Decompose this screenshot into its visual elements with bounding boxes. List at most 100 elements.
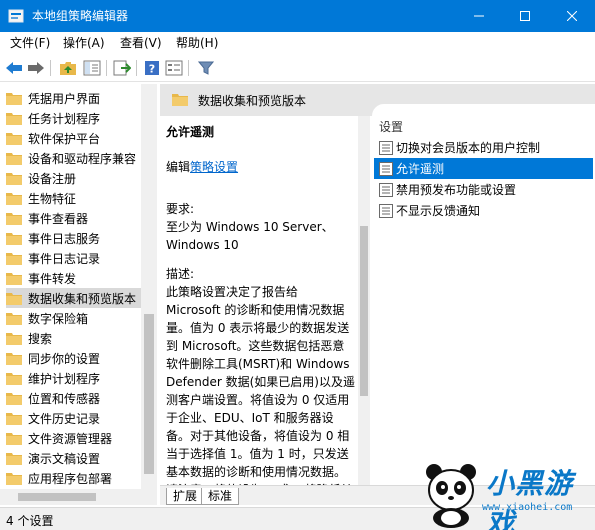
toolbar-separator [50, 60, 51, 76]
tree-item[interactable]: 位置和传感器 [6, 388, 146, 408]
requirements: 要求: 至少为 Windows 10 Server、Windows 10 [166, 200, 356, 254]
show-hide-tree-icon [83, 60, 101, 76]
tree-item-label: 事件查看器 [28, 211, 89, 226]
close-icon [567, 11, 577, 21]
title-bar: 本地组策略编辑器 [0, 0, 595, 32]
tab-standard[interactable]: 标准 [201, 488, 240, 505]
export-list-button[interactable] [112, 58, 132, 78]
scroll-thumb[interactable] [144, 314, 154, 474]
settings-list: 设置 切换对会员版本的用户控制允许遥测禁用预发布功能或设置 不显示反馈通知 [372, 104, 595, 485]
tree-item[interactable]: 事件日志服务 [6, 228, 146, 248]
tree-item[interactable]: 演示文稿设置 [6, 448, 146, 468]
back-button[interactable] [4, 58, 24, 78]
requirements-text: 至少为 Windows 10 Server、Windows 10 [166, 220, 334, 252]
edit-policy-link[interactable]: 策略设置 [190, 160, 238, 174]
tree-item[interactable]: 生物特征 [6, 188, 146, 208]
toolbar: ? [0, 54, 595, 82]
tab-extended[interactable]: 扩展 [166, 488, 205, 505]
folder-icon [6, 192, 22, 205]
tree-item[interactable]: 同步你的设置 [6, 348, 146, 368]
setting-label: 允许遥测 [396, 162, 445, 176]
setting-label: 禁用预发布功能或设置 [396, 183, 517, 197]
minimize-button[interactable] [456, 0, 502, 32]
watermark-url: www.xiaohei.com [482, 502, 573, 513]
folder-icon [6, 432, 22, 445]
policy-tree: 凭据用户界面任务计划程序 软件保护平台 设备和驱动程序兼容 设备注册生物特征事件查看器… [0, 84, 157, 505]
export-list-icon [113, 60, 131, 76]
folder-icon [6, 312, 22, 325]
tree-item-label: 生物特征 [28, 191, 77, 206]
tree-item[interactable]: 事件转发 [6, 268, 146, 288]
setting-row[interactable]: 不显示反馈通知 [374, 200, 593, 221]
tree-item[interactable]: 应用程序包部署 [6, 468, 146, 488]
forward-arrow-icon [28, 62, 44, 74]
setting-label: 不显示反馈通知 [396, 204, 481, 218]
toolbar-separator [106, 60, 107, 76]
help-icon: ? [145, 61, 159, 76]
policy-name: 允许遥测 [166, 125, 215, 139]
tree-horizontal-scrollbar[interactable] [0, 489, 157, 505]
tree-item[interactable]: 事件查看器 [6, 208, 146, 228]
policy-editor-icon [8, 9, 24, 23]
setting-row[interactable]: 禁用预发布功能或设置 [374, 179, 593, 200]
folder-icon [6, 212, 22, 225]
settings-column-header[interactable]: 设置 [379, 118, 403, 135]
tree-item[interactable]: 任务计划程序 [6, 108, 146, 128]
description-scrollbar[interactable] [358, 116, 370, 485]
folder-icon [6, 232, 22, 245]
tree-item[interactable]: 软件保护平台 [6, 128, 146, 148]
policy-setting-icon [379, 182, 393, 197]
show-hide-tree-button[interactable] [82, 58, 102, 78]
folder-icon [6, 292, 22, 305]
policy-description: 允许遥测 编辑策略设置 要求: 至少为 Windows 10 Server、Wi… [160, 116, 360, 485]
edit-policy-line: 编辑策略设置 [166, 158, 238, 175]
tree-item[interactable]: 设备和驱动程序兼容 [6, 148, 146, 168]
setting-row[interactable]: 切换对会员版本的用户控制 [374, 137, 593, 158]
menu-view[interactable]: 查看(V) [120, 35, 162, 51]
menu-file[interactable]: 文件(F) [10, 35, 50, 51]
tree-item[interactable]: 数字保险箱 [6, 308, 146, 328]
menu-help[interactable]: 帮助(H) [176, 35, 218, 51]
status-text: 4 个设置 [6, 514, 54, 528]
tree-item[interactable]: 维护计划程序 [6, 368, 146, 388]
tree-item[interactable]: 文件资源管理器 [6, 428, 146, 448]
help-button[interactable]: ? [142, 58, 162, 78]
filter-button[interactable] [196, 58, 216, 78]
window-title: 本地组策略编辑器 [32, 9, 129, 23]
tree-item[interactable]: 数据收集和预览版本 [6, 288, 146, 308]
tree-item[interactable]: 事件日志记录 [6, 248, 146, 268]
tree-item-label: 凭据用户界面 [28, 91, 101, 106]
tree-item-label: 文件历史记录 [28, 411, 101, 426]
svg-text:?: ? [149, 63, 155, 76]
scroll-thumb[interactable] [18, 493, 96, 501]
folder-icon [6, 252, 22, 265]
tree-item[interactable]: 搜索 [6, 328, 146, 348]
policy-setting-icon [379, 161, 393, 176]
folder-icon [172, 94, 188, 106]
tree-item-label: 搜索 [28, 331, 53, 346]
folder-icon [6, 452, 22, 465]
menu-bar: 文件(F) 操作(A) 查看(V) 帮助(H) [0, 32, 595, 54]
scroll-thumb[interactable] [360, 226, 368, 396]
description-label: 描述: [166, 267, 195, 281]
forward-button[interactable] [26, 58, 46, 78]
up-one-level-button[interactable] [58, 58, 78, 78]
properties-button[interactable] [164, 58, 184, 78]
tree-item-label: 事件转发 [28, 271, 77, 286]
tree-item-label: 事件日志服务 [28, 231, 101, 246]
tree-item[interactable]: 文件历史记录 [6, 408, 146, 428]
folder-icon [6, 272, 22, 285]
close-button[interactable] [549, 0, 595, 32]
maximize-button[interactable] [502, 0, 548, 32]
tree-item[interactable]: 设备注册 [6, 168, 146, 188]
watermark-brand: 小黑游戏 [486, 467, 574, 530]
tree-item-label: 数字保险箱 [28, 311, 89, 326]
tree-item[interactable]: 凭据用户界面 [6, 88, 146, 108]
tree-vertical-scrollbar[interactable] [141, 84, 157, 489]
properties-icon [165, 60, 183, 76]
menu-action[interactable]: 操作(A) [63, 35, 105, 51]
folder-icon [6, 152, 22, 165]
details-title: 数据收集和预览版本 [198, 94, 307, 108]
setting-row[interactable]: 允许遥测 [374, 158, 593, 179]
folder-icon [6, 332, 22, 345]
